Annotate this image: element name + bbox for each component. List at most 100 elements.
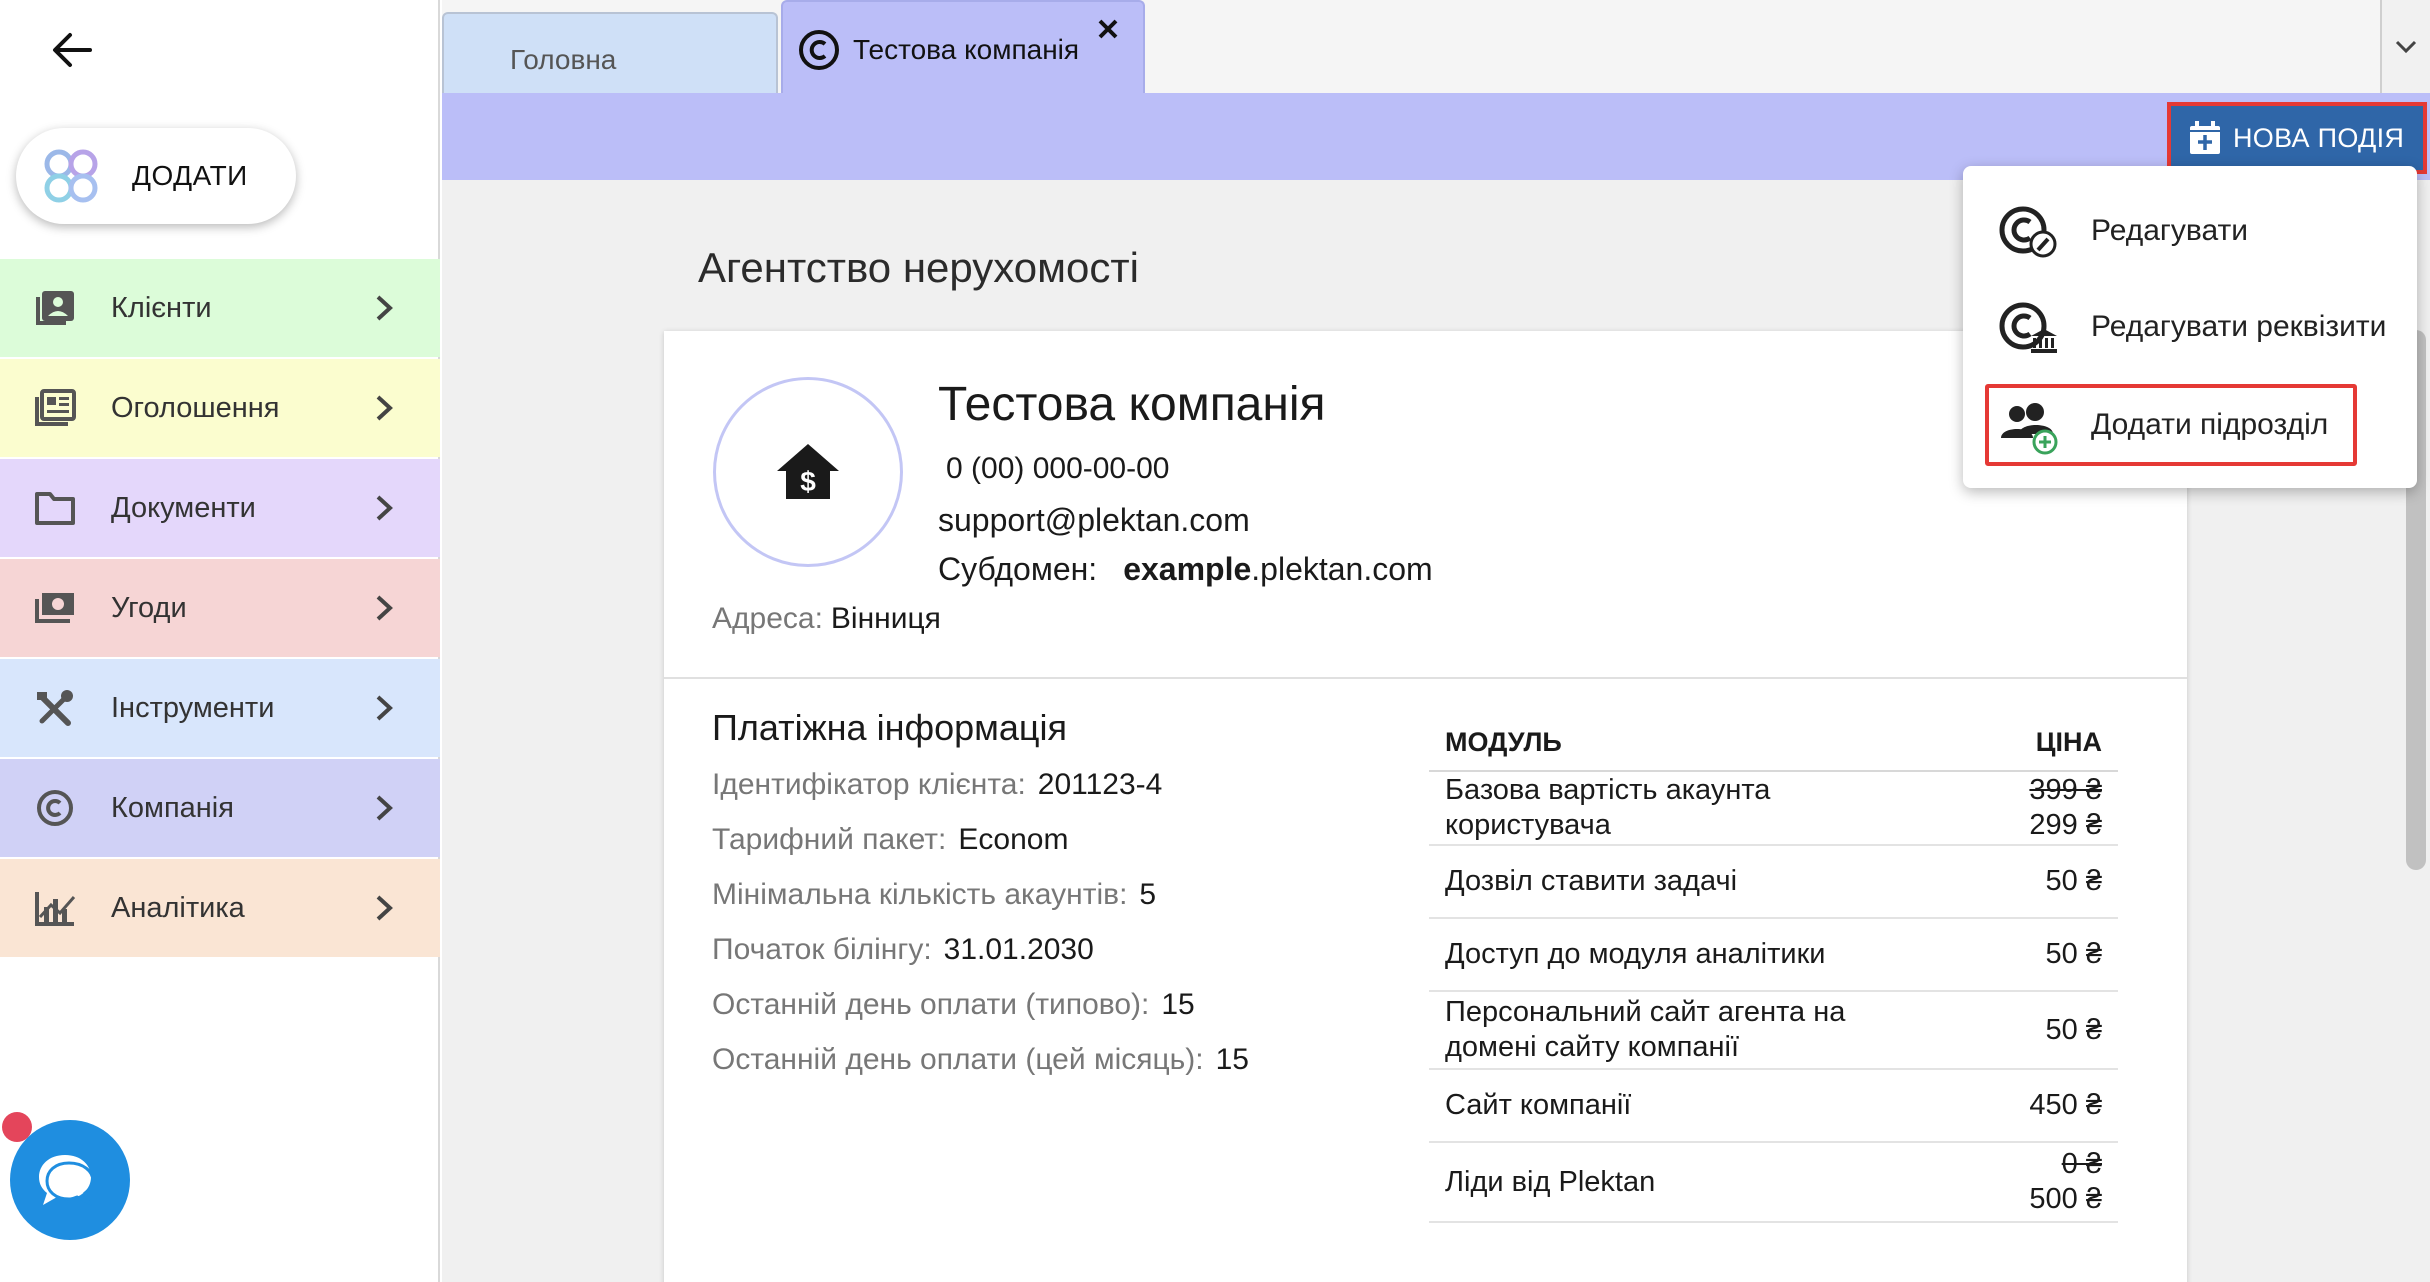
add-button[interactable]: ДОДАТИ	[16, 128, 296, 224]
sidebar-item-label: Інструменти	[111, 691, 275, 724]
sidebar-item-analytics[interactable]: Аналітика	[0, 859, 440, 957]
table-row: Дозвіл ставити задачі 50 ₴	[1429, 845, 2118, 919]
company-name: Тестова компанія	[938, 378, 1326, 431]
tab-bar: Головна Тестова компанія	[442, 0, 2430, 93]
table-row: Сайт компанії 450 ₴	[1429, 1069, 2118, 1143]
module-name: Доступ до модуля аналітики	[1429, 918, 1949, 992]
module-name: Ліди від Plektan	[1429, 1142, 1949, 1223]
arrow-left-icon	[53, 33, 92, 67]
module-name: Персональний сайт агента на домені сайту…	[1429, 991, 1949, 1070]
sidebar-item-label: Клієнти	[111, 291, 212, 324]
address-value: Вінниця	[830, 602, 941, 635]
info-label: Ідентифікатор клієнта:	[712, 768, 1026, 801]
new-event-button[interactable]: НОВА ПОДІЯ	[2167, 102, 2427, 174]
sidebar-item-documents[interactable]: Документи	[0, 459, 440, 557]
info-label: Останній день оплати (типово):	[712, 988, 1150, 1021]
payment-info-title: Платіжна інформація	[712, 707, 1068, 748]
sidebar-item-company[interactable]: Компанія	[0, 759, 440, 857]
divider	[664, 677, 2187, 679]
chevron-right-icon	[376, 495, 393, 521]
folder-icon	[35, 492, 75, 525]
sidebar-item-label: Компанія	[111, 791, 234, 824]
chat-button[interactable]	[10, 1120, 130, 1240]
sidebar-item-deals[interactable]: Угоди	[0, 559, 440, 657]
info-label: Початок білінгу:	[712, 933, 932, 966]
tabs-dropdown-button[interactable]	[2380, 0, 2430, 93]
module-price: 399 ₴ 299 ₴	[1949, 771, 2118, 846]
chevron-right-icon	[376, 295, 393, 321]
company-logo: $	[713, 377, 903, 567]
current-price: 50 ₴	[2045, 1013, 2102, 1046]
module-price: 0 ₴ 500 ₴	[1949, 1142, 2118, 1223]
current-price: 50 ₴	[2045, 865, 2102, 897]
company-edit-icon	[1999, 206, 2057, 258]
company-card: $ Тестова компанія 0 (00) 000-00-00 supp…	[664, 331, 2187, 1282]
info-value: 201123-4	[1037, 768, 1163, 801]
payment-info-row: Останній день оплати (цей місяць): 15	[712, 1040, 1249, 1095]
info-value: 5	[1139, 878, 1157, 911]
tab-label: Тестова компанія	[853, 34, 1080, 65]
sidebar-item-label: Угоди	[111, 591, 187, 624]
money-icon	[35, 593, 74, 623]
sidebar-menu: Клієнти Оголошення Документи Угоди Інстр…	[0, 259, 440, 959]
sidebar-item-listings[interactable]: Оголошення	[0, 359, 440, 457]
payment-info-row: Останній день оплати (типово): 15	[712, 985, 1249, 1040]
close-icon[interactable]	[1095, 16, 1121, 42]
module-name: Базова вартість акаунта користувача	[1429, 771, 1949, 846]
table-row: Базова вартість акаунта користувача 399 …	[1429, 771, 2118, 846]
company-bank-icon	[1999, 302, 2057, 353]
table-row: Персональний сайт агента на домені сайту…	[1429, 991, 2118, 1070]
current-price: 50 ₴	[2045, 938, 2102, 970]
payment-info-row: Тарифний пакет: Econom	[712, 820, 1249, 875]
chat-bubbles-icon	[39, 1155, 95, 1207]
contacts-icon	[36, 291, 74, 325]
menu-item-label: Редагувати реквізити	[2091, 310, 2387, 343]
back-button[interactable]	[44, 22, 100, 78]
info-label: Мінімальна кількість акаунтів:	[712, 878, 1128, 911]
info-value: Econom	[958, 823, 1069, 856]
company-subdomain: Субдомен: example.plektan.com	[938, 551, 1433, 588]
payment-info-row: Мінімальна кількість акаунтів: 5	[712, 875, 1249, 930]
add-button-label: ДОДАТИ	[132, 160, 248, 191]
module-price: 50 ₴	[1949, 991, 2118, 1070]
current-price: 299 ₴	[2029, 809, 2102, 841]
copyright-icon	[37, 790, 73, 826]
module-name: Дозвіл ставити задачі	[1429, 845, 1949, 919]
chevron-right-icon	[376, 895, 393, 921]
info-value: 15	[1161, 988, 1195, 1021]
tab-label: Головна	[510, 44, 617, 75]
menu-item-edit[interactable]: Редагувати	[1963, 186, 2417, 274]
svg-text:$: $	[800, 466, 816, 497]
module-price: 50 ₴	[1949, 918, 2118, 992]
payment-info-row: Початок білінгу: 31.01.2030	[712, 930, 1249, 985]
company-email[interactable]: support@plektan.com	[938, 502, 1250, 539]
payment-info-row: Ідентифікатор клієнта: 201123-4	[712, 765, 1249, 820]
info-value: 31.01.2030	[943, 933, 1094, 966]
add-group-icon	[2001, 403, 2058, 455]
sidebar-item-tools[interactable]: Інструменти	[0, 659, 440, 757]
module-price: 50 ₴	[1949, 845, 2118, 919]
table-row: Доступ до модуля аналітики 50 ₴	[1429, 918, 2118, 992]
subdomain-rest: .plektan.com	[1251, 551, 1433, 587]
menu-item-edit-requisites[interactable]: Редагувати реквізити	[1963, 282, 2417, 370]
tab-company[interactable]: Тестова компанія	[781, 0, 1145, 93]
chevron-right-icon	[376, 795, 393, 821]
new-event-label: НОВА ПОДІЯ	[2233, 122, 2405, 153]
chevron-right-icon	[376, 395, 393, 421]
chevron-down-icon	[2395, 40, 2417, 53]
menu-item-add-department[interactable]: Додати підрозділ	[1985, 384, 2357, 466]
chevron-right-icon	[376, 595, 393, 621]
module-name: Сайт компанії	[1429, 1069, 1949, 1143]
modules-table: МОДУЛЬ ЦІНА Базова вартість акаунта кори…	[1429, 705, 2118, 1223]
sidebar-item-clients[interactable]: Клієнти	[0, 259, 440, 357]
table-header-row: МОДУЛЬ ЦІНА	[1429, 705, 2118, 772]
calendar-add-icon	[2190, 121, 2220, 154]
page-title: Агентство нерухомості	[698, 244, 1139, 291]
tab-home[interactable]: Головна	[442, 12, 778, 93]
analytics-icon	[35, 892, 76, 926]
address-label: Адреса:	[712, 602, 823, 635]
old-price: 399 ₴	[2029, 774, 2102, 806]
column-header-price: ЦІНА	[1949, 705, 2118, 772]
subdomain-bold: example	[1123, 551, 1252, 587]
plektan-logo-icon	[44, 149, 98, 203]
